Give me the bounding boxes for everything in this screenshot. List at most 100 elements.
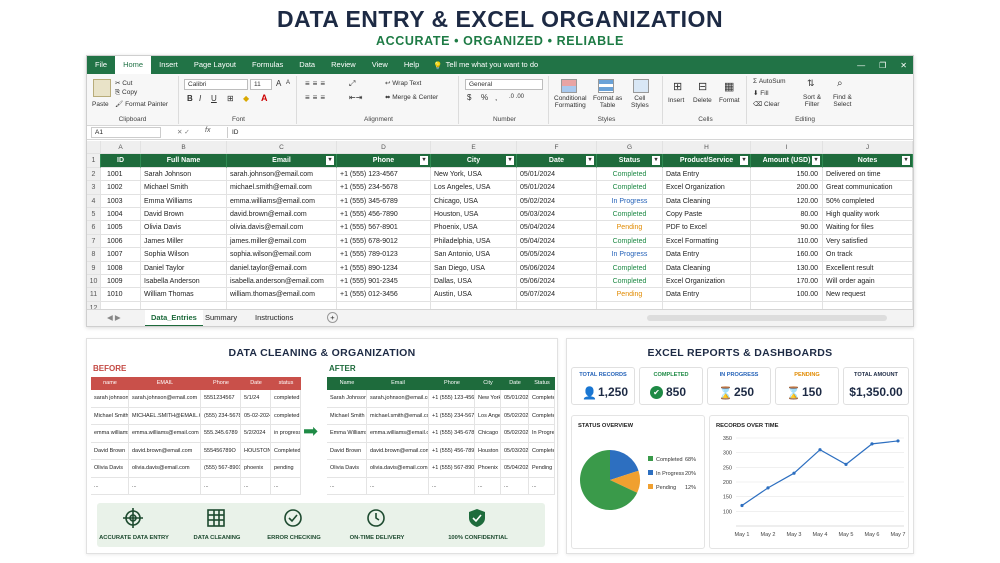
table-cell[interactable]: +1 (555) 901-2345 — [337, 275, 431, 289]
table-cell[interactable]: michael.smith@email.com — [227, 181, 337, 195]
table-cell[interactable]: Completed — [597, 275, 663, 289]
bold-button[interactable]: B — [187, 94, 193, 103]
table-header-cell[interactable]: Notes ▾ — [823, 154, 913, 168]
sheet-tab-data-entries[interactable]: Data_Entries — [145, 310, 203, 326]
row-number[interactable]: 3 — [87, 181, 101, 195]
table-cell[interactable]: 170.00 — [751, 275, 823, 289]
minimize-icon[interactable]: — — [857, 61, 865, 70]
shrink-font-button[interactable]: A — [286, 80, 290, 86]
table-cell[interactable]: PDF to Excel — [663, 221, 751, 235]
table-cell[interactable]: 05/06/2024 — [517, 275, 597, 289]
table-cell[interactable]: 110.00 — [751, 234, 823, 249]
tab-scroll-icons[interactable]: ◀ ▶ — [107, 313, 121, 322]
table-cell[interactable]: Waiting for files — [823, 221, 913, 235]
table-cell[interactable]: In Progress — [597, 248, 663, 262]
table-cell[interactable]: Completed — [597, 167, 663, 182]
row-number[interactable]: 11 — [87, 288, 101, 302]
column-header[interactable]: F — [517, 141, 597, 155]
filter-dropdown-icon[interactable]: ▾ — [812, 156, 820, 166]
table-cell[interactable]: 05/04/2024 — [517, 234, 597, 249]
sort-filter-icon[interactable]: ⇅ — [807, 78, 815, 89]
table-cell[interactable]: Olivia Davis — [141, 221, 227, 235]
table-cell[interactable]: Data Entry — [663, 167, 751, 182]
wrap-text-button[interactable]: ↩ Wrap Text — [385, 79, 421, 87]
table-cell[interactable]: james.miller@email.com — [227, 234, 337, 249]
horizontal-scrollbar[interactable] — [647, 315, 887, 321]
table-cell[interactable]: 100.00 — [751, 288, 823, 302]
select-all-corner[interactable] — [87, 141, 101, 155]
table-header-cell[interactable]: Full Name — [141, 154, 227, 168]
table-header-cell[interactable]: Phone ▾ — [337, 154, 431, 168]
magnifier-icon[interactable]: ⌕ — [837, 78, 843, 89]
menu-insert[interactable]: Insert — [151, 56, 186, 74]
table-cell[interactable]: 160.00 — [751, 248, 823, 262]
table-cell[interactable]: Data Entry — [663, 288, 751, 302]
table-cell[interactable]: emma.williams@email.com — [227, 194, 337, 208]
fill-color-icon[interactable]: ◆ — [243, 94, 249, 103]
table-cell[interactable]: Very satisfied — [823, 234, 913, 249]
table-cell[interactable]: 05/02/2024 — [517, 194, 597, 208]
column-header[interactable]: A — [101, 141, 141, 155]
table-cell[interactable]: 1004 — [101, 208, 141, 222]
table-cell[interactable]: Daniel Taylor — [141, 261, 227, 275]
sheet-tab-summary[interactable]: Summary — [205, 313, 237, 322]
table-cell[interactable]: 1003 — [101, 194, 141, 208]
row-number[interactable]: 4 — [87, 194, 101, 208]
fill-button[interactable]: ⬇ Fill — [753, 89, 769, 97]
borders-icon[interactable]: ⊞ — [227, 94, 234, 103]
menu-page-layout[interactable]: Page Layout — [186, 56, 244, 74]
table-cell[interactable]: James Miller — [141, 234, 227, 249]
filter-dropdown-icon[interactable]: ▾ — [652, 156, 660, 166]
font-name-select[interactable]: Calibri — [184, 79, 248, 90]
format-as-table-button[interactable]: Format as Table — [593, 95, 622, 109]
cancel-enter-icons[interactable]: ✕ ✓ — [177, 128, 190, 136]
delete-button[interactable]: Delete — [693, 97, 712, 104]
fx-icon[interactable]: fx — [205, 127, 210, 134]
row-number[interactable]: 1 — [87, 154, 101, 168]
vertical-align-icons[interactable]: ≡≡≡ — [305, 79, 328, 88]
horizontal-align-icons[interactable]: ≡≡≡ — [305, 93, 328, 102]
table-cell[interactable]: 120.00 — [751, 194, 823, 208]
row-number[interactable]: 6 — [87, 221, 101, 235]
format-table-icon[interactable] — [598, 79, 614, 93]
currency-icon[interactable]: $ — [467, 93, 471, 102]
font-size-select[interactable]: 11 — [250, 79, 272, 90]
copy-button[interactable]: ⎘ Copy — [115, 89, 137, 97]
table-cell[interactable]: 1001 — [101, 167, 141, 182]
menu-file[interactable]: File — [87, 56, 115, 74]
table-header-cell[interactable]: ID — [101, 154, 141, 168]
merge-center-button[interactable]: ⬌ Merge & Center — [385, 93, 438, 101]
sort-filter-button[interactable]: Sort & Filter — [803, 94, 821, 108]
cell-styles-icon[interactable] — [633, 79, 649, 93]
table-cell[interactable]: New York, USA — [431, 167, 517, 182]
table-cell[interactable]: 05/04/2024 — [517, 221, 597, 235]
table-cell[interactable]: 05/07/2024 — [517, 288, 597, 302]
table-cell[interactable]: Great communication — [823, 181, 913, 195]
table-cell[interactable]: +1 (555) 567-8901 — [337, 221, 431, 235]
conditional-formatting-button[interactable]: Conditional Formatting — [554, 95, 587, 109]
delete-cells-icon[interactable]: ⊟ — [698, 80, 707, 93]
table-cell[interactable]: Philadelphia, USA — [431, 234, 517, 249]
format-painter-button[interactable]: 🖌 Format Painter — [115, 100, 168, 108]
table-cell[interactable]: Data Cleaning — [663, 261, 751, 275]
close-icon[interactable]: ✕ — [900, 61, 907, 70]
filter-dropdown-icon[interactable]: ▾ — [740, 156, 748, 166]
table-cell[interactable]: Delivered on time — [823, 167, 913, 182]
table-cell[interactable]: 130.00 — [751, 261, 823, 275]
table-cell[interactable]: Austin, USA — [431, 288, 517, 302]
orientation-icon[interactable]: ⤢ — [349, 79, 355, 89]
table-cell[interactable]: +1 (555) 234-5678 — [337, 181, 431, 195]
row-number[interactable]: 2 — [87, 167, 101, 182]
restore-icon[interactable]: ❐ — [879, 61, 886, 70]
table-header-cell[interactable]: Date ▾ — [517, 154, 597, 168]
column-header[interactable]: G — [597, 141, 663, 155]
column-header[interactable]: C — [227, 141, 337, 155]
filter-dropdown-icon[interactable]: ▾ — [326, 156, 334, 166]
column-header[interactable]: E — [431, 141, 517, 155]
paste-button[interactable]: Paste — [92, 101, 109, 108]
table-cell[interactable]: 05/03/2024 — [517, 208, 597, 222]
table-cell[interactable]: Will order again — [823, 275, 913, 289]
table-cell[interactable]: 05/01/2024 — [517, 181, 597, 195]
column-header[interactable]: B — [141, 141, 227, 155]
table-cell[interactable]: On track — [823, 248, 913, 262]
